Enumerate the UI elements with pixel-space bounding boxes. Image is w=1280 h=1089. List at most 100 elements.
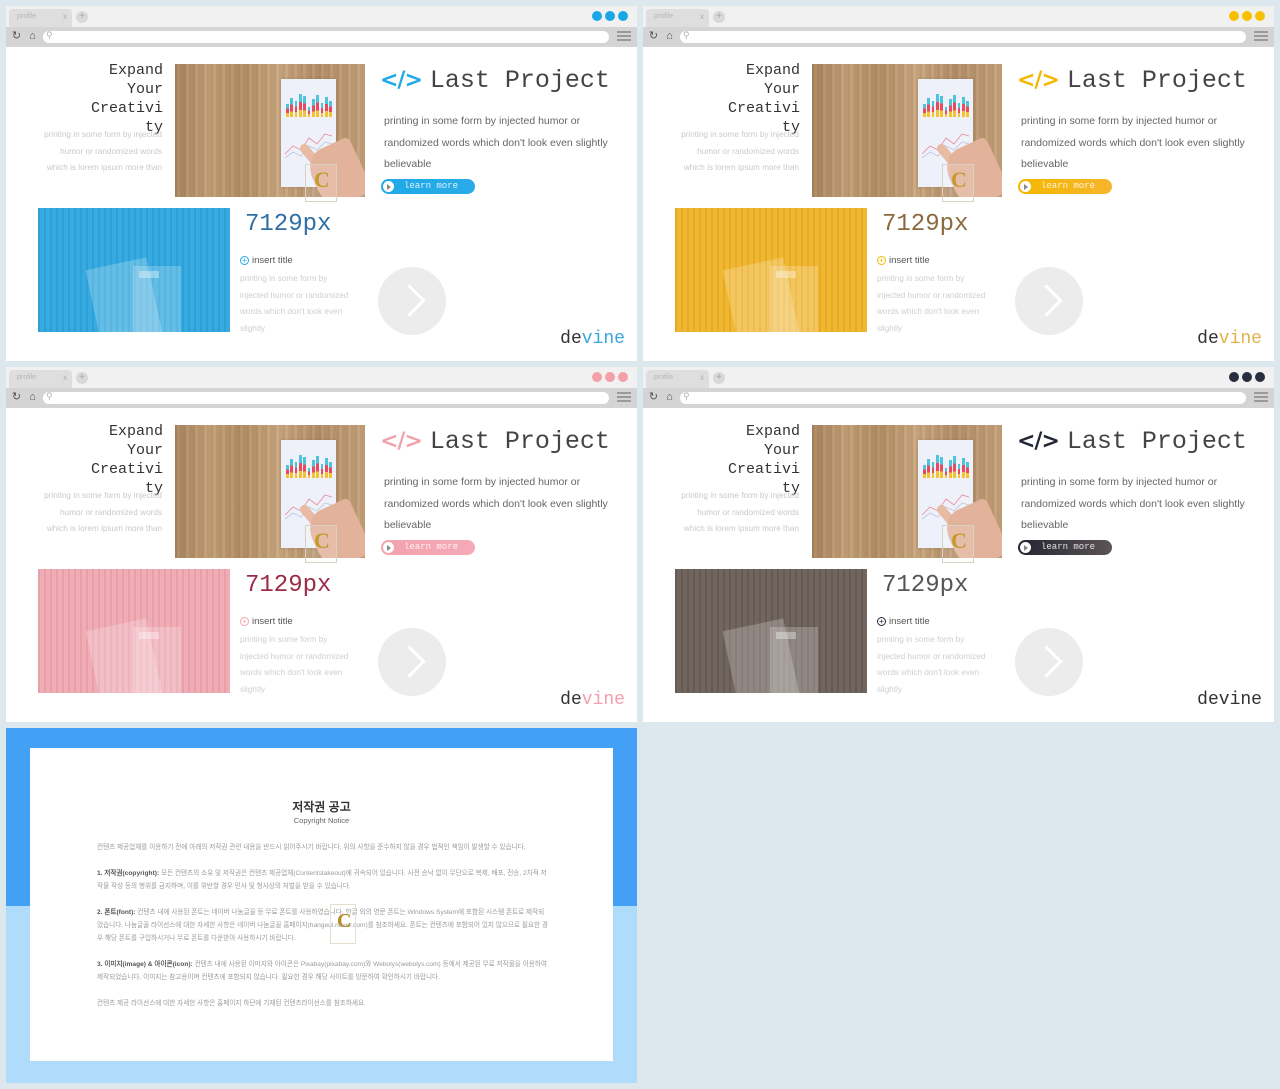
- watermark-logo: C: [942, 164, 974, 202]
- window-dot-icon: [605, 11, 615, 21]
- brand-logo: devine: [1197, 690, 1262, 710]
- browser-tab-bar: profile x +: [6, 367, 637, 388]
- hamburger-menu-icon[interactable]: [617, 31, 631, 42]
- presentation-slide-dark: profile x + ↻ ⌂ ⚲ Expand Your Creativi t…: [643, 367, 1274, 722]
- last-project-title: Last Project: [429, 427, 610, 456]
- browser-tab[interactable]: profile x: [9, 370, 72, 388]
- next-arrow-button[interactable]: [378, 267, 446, 335]
- new-tab-button[interactable]: +: [76, 372, 88, 384]
- tab-close-icon[interactable]: x: [63, 373, 67, 382]
- home-icon[interactable]: ⌂: [663, 391, 676, 404]
- window-dot-icon: [1242, 11, 1252, 21]
- brand-suffix: vine: [1218, 329, 1262, 349]
- window-dot-icon: [618, 372, 628, 382]
- play-icon: [1020, 181, 1031, 192]
- window-dot-icon: [592, 11, 602, 21]
- next-arrow-button[interactable]: [378, 628, 446, 696]
- tab-label: profile: [654, 374, 674, 381]
- watermark-logo: C: [305, 525, 337, 563]
- insert-title-row: + insert title: [240, 616, 293, 627]
- last-project-heading: </> Last Project: [380, 66, 610, 95]
- watermark-letter: C: [337, 910, 352, 932]
- browser-tab[interactable]: profile x: [646, 9, 709, 27]
- copyright-paragraph: 3. 이미지(image) & 아이콘(icon): 컨텐츠 내에 사용된 이미…: [97, 958, 550, 984]
- address-bar[interactable]: ⚲: [680, 30, 1246, 43]
- copyright-title: 저작권 공고: [292, 800, 351, 814]
- watermark-logo: C: [330, 904, 356, 944]
- address-bar[interactable]: ⚲: [43, 391, 609, 404]
- brand-prefix: de: [1197, 690, 1219, 710]
- brand-suffix: vine: [1218, 690, 1262, 710]
- brand-prefix: de: [560, 329, 582, 349]
- last-project-body: printing in some form by injected humor …: [1021, 476, 1245, 531]
- tab-close-icon[interactable]: x: [700, 12, 704, 21]
- code-icon: </>: [380, 68, 423, 93]
- tab-close-icon[interactable]: x: [63, 12, 67, 21]
- hamburger-menu-icon[interactable]: [1254, 31, 1268, 42]
- new-tab-button[interactable]: +: [76, 11, 88, 23]
- expand-body-text: printing in some form by injected humor …: [681, 130, 799, 172]
- learn-more-button[interactable]: learn more: [1018, 179, 1112, 194]
- browser-tab[interactable]: profile x: [646, 370, 709, 388]
- expand-body-text: printing in some form by injected humor …: [681, 491, 799, 533]
- browser-tab[interactable]: profile x: [9, 9, 72, 27]
- last-project-body: printing in some form by injected humor …: [384, 476, 608, 531]
- address-bar[interactable]: ⚲: [43, 30, 609, 43]
- plus-circle-icon: +: [877, 256, 886, 265]
- insert-title-row: + insert title: [877, 255, 930, 266]
- learn-more-button[interactable]: learn more: [381, 179, 475, 194]
- home-icon[interactable]: ⌂: [26, 391, 39, 404]
- window-dots: [592, 11, 628, 21]
- search-icon: ⚲: [683, 30, 690, 40]
- tab-label: profile: [654, 13, 674, 20]
- plus-circle-icon: +: [240, 617, 249, 626]
- reload-icon[interactable]: ↻: [647, 30, 660, 43]
- reload-icon[interactable]: ↻: [647, 391, 660, 404]
- learn-more-button[interactable]: learn more: [1018, 540, 1112, 555]
- home-icon[interactable]: ⌂: [663, 30, 676, 43]
- reload-icon[interactable]: ↻: [10, 391, 23, 404]
- insert-title-label: insert title: [252, 255, 293, 266]
- presentation-slide-yellow: profile x + ↻ ⌂ ⚲ Expand Your Creativi t…: [643, 6, 1274, 361]
- window-dot-icon: [1229, 11, 1239, 21]
- expand-body-text: printing in some form by injected humor …: [44, 130, 162, 172]
- brand-suffix: vine: [581, 690, 625, 710]
- reload-icon[interactable]: ↻: [10, 30, 23, 43]
- browser-nav-bar: ↻ ⌂ ⚲: [643, 27, 1274, 47]
- last-project-title: Last Project: [429, 66, 610, 95]
- brand-prefix: de: [1197, 329, 1219, 349]
- insert-body-text: printing in some form by injected humor …: [877, 274, 986, 333]
- copyright-paragraph-lead: 3. 이미지(image) & 아이콘(icon):: [97, 961, 193, 968]
- next-arrow-button[interactable]: [1015, 267, 1083, 335]
- new-tab-button[interactable]: +: [713, 372, 725, 384]
- search-icon: ⚲: [683, 391, 690, 401]
- window-dot-icon: [618, 11, 628, 21]
- window-dot-icon: [605, 372, 615, 382]
- hamburger-menu-icon[interactable]: [1254, 392, 1268, 403]
- home-icon[interactable]: ⌂: [26, 30, 39, 43]
- new-tab-button[interactable]: +: [713, 11, 725, 23]
- last-project-body: printing in some form by injected humor …: [384, 115, 608, 170]
- copyright-paragraph-text: 모든 컨텐츠의 소유 및 저작권은 컨텐츠 제공업체(Contentstakeo…: [97, 870, 547, 890]
- learn-more-label: learn more: [1041, 542, 1096, 552]
- px-stat-value: 7129px: [882, 572, 969, 599]
- expand-title: Expand Your Creativi ty: [727, 423, 800, 497]
- last-project-heading: </> Last Project: [1017, 66, 1247, 95]
- copyright-paragraph-lead: 2. 폰트(font):: [97, 909, 136, 916]
- copyright-subtitle: Copyright Notice: [293, 816, 350, 825]
- learn-more-button[interactable]: learn more: [381, 540, 475, 555]
- last-project-heading: </> Last Project: [1017, 427, 1247, 456]
- browser-nav-bar: ↻ ⌂ ⚲: [6, 388, 637, 408]
- insert-title-row: + insert title: [877, 616, 930, 627]
- tab-close-icon[interactable]: x: [700, 373, 704, 382]
- tinted-documents-photo: [38, 569, 230, 693]
- hamburger-menu-icon[interactable]: [617, 392, 631, 403]
- search-icon: ⚲: [46, 30, 53, 40]
- brand-logo: devine: [1197, 329, 1262, 349]
- copyright-body: 컨텐츠 제공업체를 이용하기 전에 아래의 저작권 관련 내용을 반드시 읽어주…: [97, 841, 550, 1023]
- watermark-logo: C: [942, 525, 974, 563]
- next-arrow-button[interactable]: [1015, 628, 1083, 696]
- plus-circle-icon: +: [877, 617, 886, 626]
- code-icon: </>: [380, 429, 423, 454]
- address-bar[interactable]: ⚲: [680, 391, 1246, 404]
